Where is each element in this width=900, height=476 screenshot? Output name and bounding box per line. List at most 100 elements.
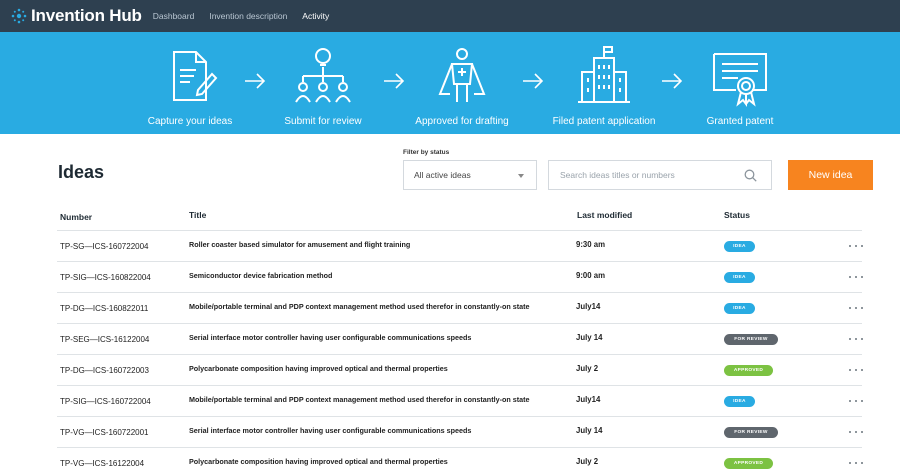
status-badge: APPROVED: [724, 458, 773, 469]
idea-number: TP-DG—ICS-160722003: [60, 366, 149, 375]
idea-number: TP-SG—ICS-160722004: [60, 242, 149, 251]
lightbulb-org-chart-icon: [295, 48, 351, 103]
table-row[interactable]: TP-VG—ICS-160722001 Serial interface moto…: [57, 416, 863, 447]
dot: [860, 431, 863, 434]
workflow-step-capture: Capture your ideas: [120, 32, 260, 127]
dot: [860, 276, 863, 279]
top-nav-bar: Invention Hub Dashboard Invention descri…: [0, 0, 900, 32]
table-row[interactable]: TP-DG—ICS-160722003 Polycarbonate composi…: [57, 354, 863, 385]
more-actions-icon[interactable]: [849, 245, 863, 249]
idea-title-link[interactable]: Mobile/portable terminal and PDP context…: [189, 302, 530, 311]
status-badge: IDEA: [724, 241, 755, 252]
idea-title-link[interactable]: Polycarbonate composition having improve…: [189, 364, 448, 373]
building-flag-icon: [578, 46, 630, 103]
workflow-banner: Capture your ideas Submit for review App…: [0, 32, 900, 134]
idea-title-link[interactable]: Semiconductor device fabrication method: [189, 271, 332, 280]
workflow-step-label: Submit for review: [284, 116, 362, 127]
search-box: [548, 160, 772, 190]
last-modified: July14: [576, 302, 601, 311]
last-modified: July14: [576, 395, 601, 404]
column-header-last-modified[interactable]: Last modified: [577, 210, 632, 220]
status-filter-select[interactable]: All active ideas: [403, 160, 537, 190]
status-badge: IDEA: [724, 396, 755, 407]
sparkle-logo-icon: [11, 8, 27, 24]
idea-title-link[interactable]: Serial interface motor controller having…: [189, 426, 471, 435]
dot: [849, 400, 852, 403]
dot: [854, 307, 858, 310]
status-badge: APPROVED: [724, 365, 773, 376]
more-actions-icon[interactable]: [849, 400, 863, 404]
idea-title-link[interactable]: Serial interface motor controller having…: [189, 333, 471, 342]
dot: [849, 369, 852, 372]
last-modified: 9:00 am: [576, 271, 606, 280]
dot: [849, 307, 852, 310]
workflow-step-approved: Approved for drafting: [392, 32, 532, 127]
more-actions-icon[interactable]: [849, 462, 863, 466]
dot: [854, 276, 858, 279]
workflow-step-submit: Submit for review: [253, 32, 393, 127]
status-filter-value: All active ideas: [414, 170, 471, 180]
search-input[interactable]: [549, 161, 739, 189]
more-actions-icon[interactable]: [849, 369, 863, 373]
last-modified: 9:30 am: [576, 240, 606, 249]
dot: [854, 338, 858, 341]
workflow-step-granted: Granted patent: [670, 32, 810, 127]
idea-title-link[interactable]: Roller coaster based simulator for amuse…: [189, 240, 410, 249]
more-actions-icon[interactable]: [849, 338, 863, 342]
search-icon[interactable]: [744, 169, 757, 182]
table-row[interactable]: TP-VG—ICS-16122004 Polycarbonate composit…: [57, 447, 863, 476]
more-actions-icon[interactable]: [849, 431, 863, 435]
new-idea-button[interactable]: New idea: [788, 160, 873, 190]
dot: [854, 431, 858, 434]
table-row[interactable]: TP-SIG—ICS-160722004 Mobile/portable term…: [57, 385, 863, 416]
more-actions-icon[interactable]: [849, 276, 863, 280]
nav-dashboard[interactable]: Dashboard: [153, 11, 195, 21]
last-modified: July 14: [576, 426, 603, 435]
certificate-icon: [713, 53, 767, 107]
caret-down-icon: [518, 174, 524, 178]
workflow-step-label: Granted patent: [706, 116, 774, 127]
nav-invention-description[interactable]: Invention description: [209, 11, 287, 21]
column-header-status[interactable]: Status: [724, 210, 750, 220]
workflow-step-filed: Filed patent application: [534, 32, 674, 127]
workflow-step-label: Filed patent application: [552, 116, 656, 127]
app-logo[interactable]: Invention Hub: [11, 6, 142, 26]
dot: [849, 245, 852, 248]
idea-number: TP-VG—ICS-16122004: [60, 459, 145, 468]
table-row[interactable]: TP-SEG—ICS-16122004 Serial interface moto…: [57, 323, 863, 354]
dot: [860, 400, 863, 403]
idea-number: TP-DG—ICS-160822011: [60, 304, 149, 313]
status-badge: FOR REVIEW: [724, 334, 778, 345]
dot: [854, 462, 858, 465]
main-nav: Dashboard Invention description Activity: [153, 11, 344, 21]
idea-number: TP-SIG—ICS-160722004: [60, 397, 151, 406]
last-modified: July 14: [576, 333, 603, 342]
hero-figure-icon: [438, 48, 486, 102]
status-badge: IDEA: [724, 272, 755, 283]
idea-title-link[interactable]: Mobile/portable terminal and PDP context…: [189, 395, 530, 404]
nav-activity[interactable]: Activity: [302, 11, 329, 21]
idea-number: TP-SIG—ICS-160822004: [60, 273, 151, 282]
status-badge: IDEA: [724, 303, 755, 314]
column-header-number[interactable]: Number: [60, 212, 92, 222]
dot: [860, 369, 863, 372]
idea-title-link[interactable]: Polycarbonate composition having improve…: [189, 457, 448, 466]
dot: [849, 462, 852, 465]
dot: [854, 400, 858, 403]
table-row[interactable]: TP-SIG—ICS-160822004 Semiconductor device…: [57, 261, 863, 292]
dot: [854, 245, 858, 248]
app-name: Invention Hub: [31, 6, 142, 25]
workflow-step-label: Approved for drafting: [415, 116, 509, 127]
table-row[interactable]: TP-DG—ICS-160822011 Mobile/portable termi…: [57, 292, 863, 323]
idea-number: TP-VG—ICS-160722001: [60, 428, 149, 437]
column-header-title[interactable]: Title: [189, 210, 206, 220]
dot: [849, 276, 852, 279]
idea-number: TP-SEG—ICS-16122004: [60, 335, 150, 344]
more-actions-icon[interactable]: [849, 307, 863, 311]
table-row[interactable]: TP-SG—ICS-160722004 Roller coaster based …: [57, 230, 863, 261]
dot: [860, 307, 863, 310]
page-title: Ideas: [58, 162, 105, 182]
filter-label: Filter by status: [403, 149, 450, 156]
dot: [849, 338, 852, 341]
document-pen-icon: [173, 51, 218, 101]
